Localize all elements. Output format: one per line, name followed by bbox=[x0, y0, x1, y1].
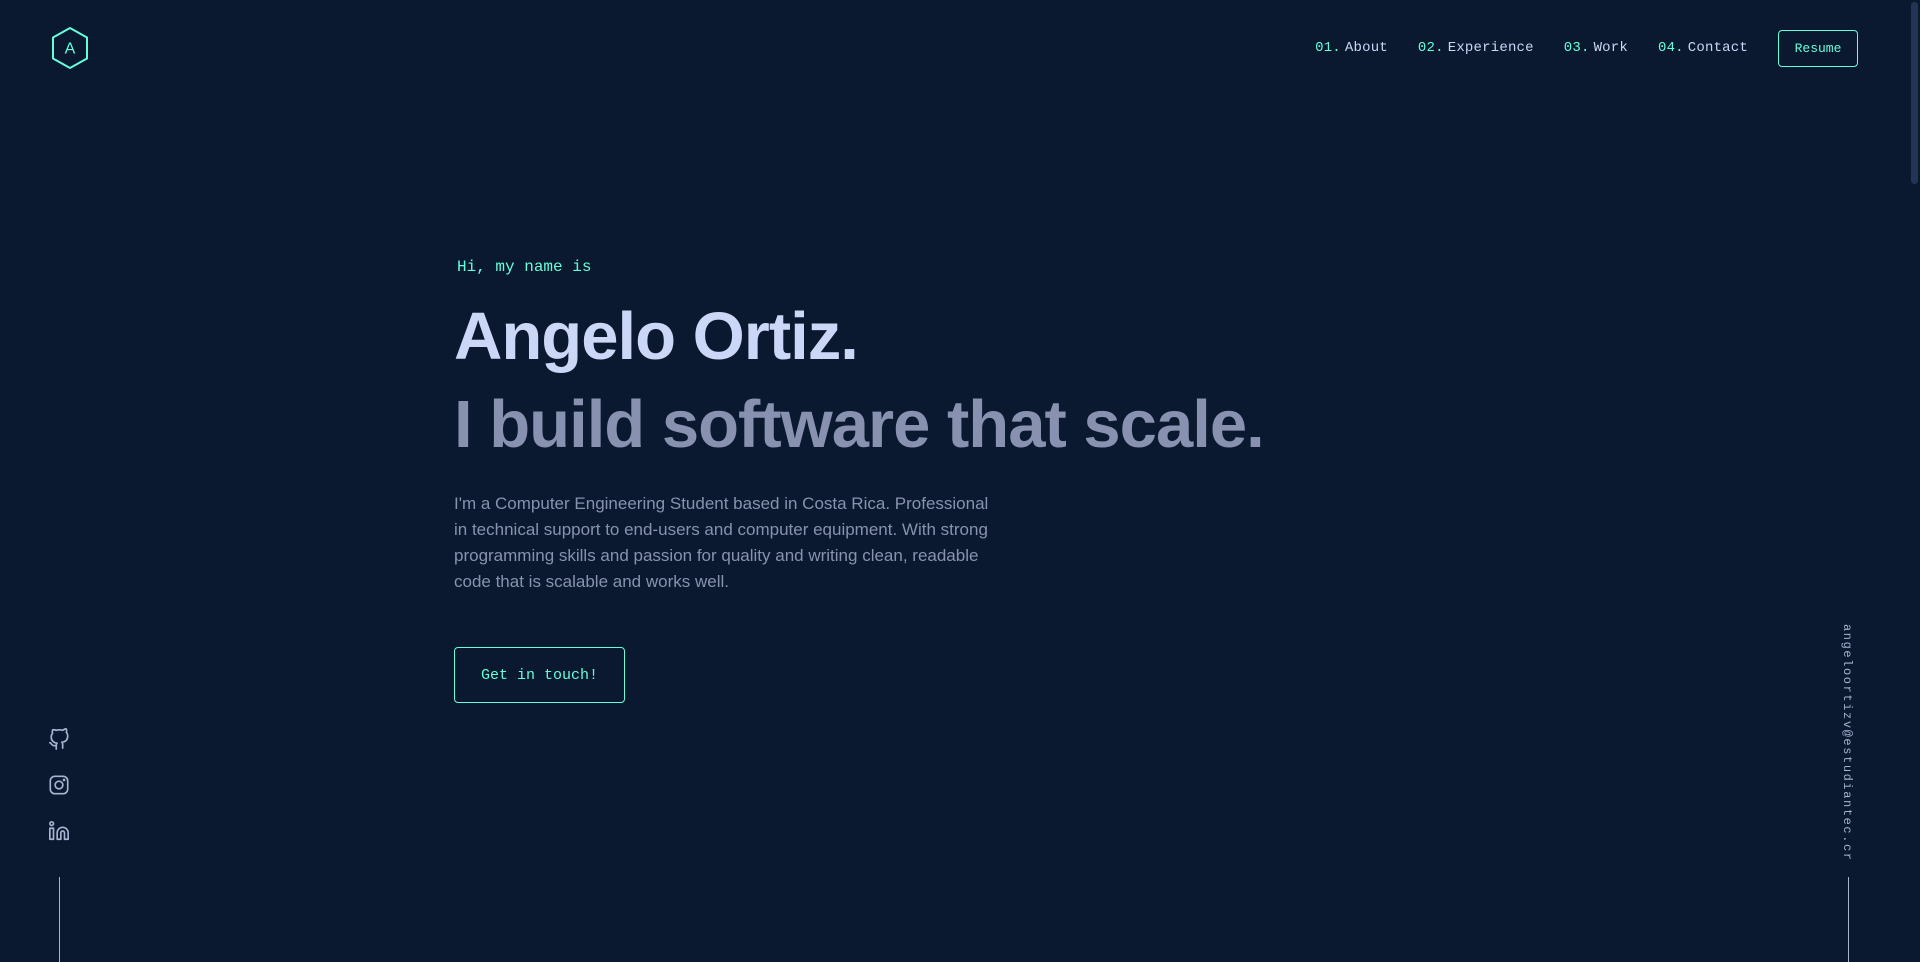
scrollbar-track[interactable] bbox=[1909, 0, 1920, 962]
hero-name: Angelo Ortiz. bbox=[454, 299, 859, 374]
nav-label: Contact bbox=[1687, 40, 1748, 56]
instagram-link[interactable] bbox=[48, 774, 70, 796]
hero-section: Hi, my name is Angelo Ortiz. I build sof… bbox=[454, 252, 1354, 704]
logo-letter: A bbox=[65, 41, 76, 58]
instagram-icon bbox=[49, 775, 69, 795]
email-link[interactable]: angeloortizv@estudiantec.cr bbox=[1840, 624, 1854, 862]
resume-button[interactable]: Resume bbox=[1778, 29, 1858, 67]
left-vertical-line bbox=[59, 877, 60, 962]
nav-item-experience[interactable]: 02. Experience bbox=[1418, 40, 1534, 56]
hero-tagline: I build software that scale. bbox=[454, 386, 1265, 462]
nav-label: About bbox=[1344, 40, 1388, 56]
get-in-touch-button[interactable]: Get in touch! bbox=[454, 647, 625, 704]
home-logo-link[interactable]: A bbox=[50, 26, 90, 70]
hexagon-logo-icon: A bbox=[52, 27, 88, 69]
github-link[interactable] bbox=[48, 728, 70, 750]
linkedin-link[interactable] bbox=[48, 820, 70, 842]
github-icon bbox=[49, 728, 69, 750]
site-header: A 01. About 02. Experience 03. Work 04. Cont… bbox=[0, 0, 1920, 96]
right-vertical-line bbox=[1848, 877, 1849, 962]
nav-number: 04. bbox=[1657, 40, 1684, 56]
hero-bio: I'm a Computer Engineering Student based… bbox=[454, 494, 989, 592]
nav-item-work[interactable]: 03. Work bbox=[1564, 40, 1628, 56]
main-nav: 01. About 02. Experience 03. Work 04. Contac… bbox=[1285, 28, 1858, 68]
linkedin-icon bbox=[49, 821, 69, 841]
nav-number: 03. bbox=[1563, 40, 1590, 56]
scrollbar-thumb[interactable] bbox=[1911, 2, 1918, 184]
hero-greeting: Hi, my name is bbox=[457, 258, 592, 276]
nav-number: 01. bbox=[1315, 40, 1341, 56]
social-links bbox=[48, 728, 72, 866]
nav-item-about[interactable]: 01. About bbox=[1315, 40, 1388, 56]
nav-number: 02. bbox=[1417, 40, 1444, 56]
nav-label: Work bbox=[1593, 40, 1628, 56]
nav-label: Experience bbox=[1447, 40, 1534, 56]
nav-item-contact[interactable]: 04. Contact bbox=[1658, 40, 1748, 56]
